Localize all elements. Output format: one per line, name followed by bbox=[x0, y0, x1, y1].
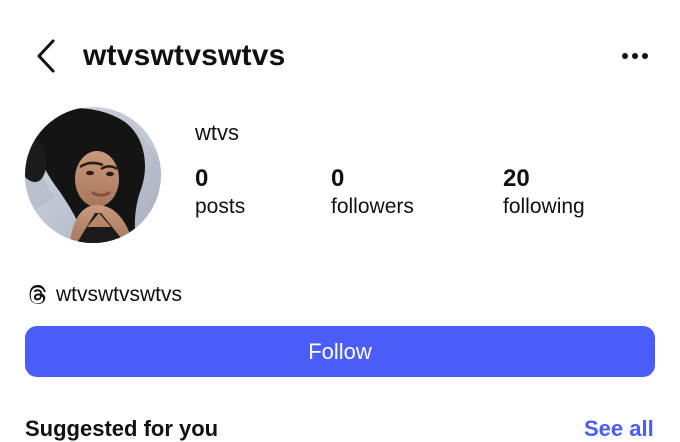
posts-stat[interactable]: 0 posts bbox=[195, 166, 245, 222]
following-stat[interactable]: 20 following bbox=[503, 166, 585, 222]
more-horizontal-icon bbox=[622, 53, 648, 59]
following-count: 20 bbox=[503, 165, 530, 192]
profile-header: wtvswtvswtvs bbox=[0, 0, 680, 110]
following-label: following bbox=[503, 195, 585, 218]
page-title: wtvswtvswtvs bbox=[83, 39, 286, 72]
followers-count: 0 bbox=[331, 165, 345, 192]
profile-avatar-photo bbox=[25, 107, 161, 243]
followers-stat[interactable]: 0 followers bbox=[331, 166, 414, 222]
posts-count: 0 bbox=[195, 165, 209, 192]
followers-label: followers bbox=[331, 195, 414, 218]
display-name: wtvs bbox=[195, 120, 239, 145]
follow-button[interactable]: Follow bbox=[25, 326, 655, 377]
see-all-link[interactable]: See all bbox=[584, 416, 654, 442]
back-button[interactable] bbox=[28, 36, 64, 76]
threads-logo-icon bbox=[29, 285, 46, 304]
more-options-button[interactable] bbox=[617, 42, 653, 70]
threads-link[interactable]: wtvswtvswtvs bbox=[25, 280, 182, 310]
posts-label: posts bbox=[195, 195, 246, 218]
threads-handle: wtvswtvswtvs bbox=[56, 283, 182, 306]
avatar[interactable] bbox=[25, 107, 161, 243]
suggested-heading: Suggested for you bbox=[25, 416, 219, 441]
chevron-left-icon bbox=[37, 39, 55, 73]
